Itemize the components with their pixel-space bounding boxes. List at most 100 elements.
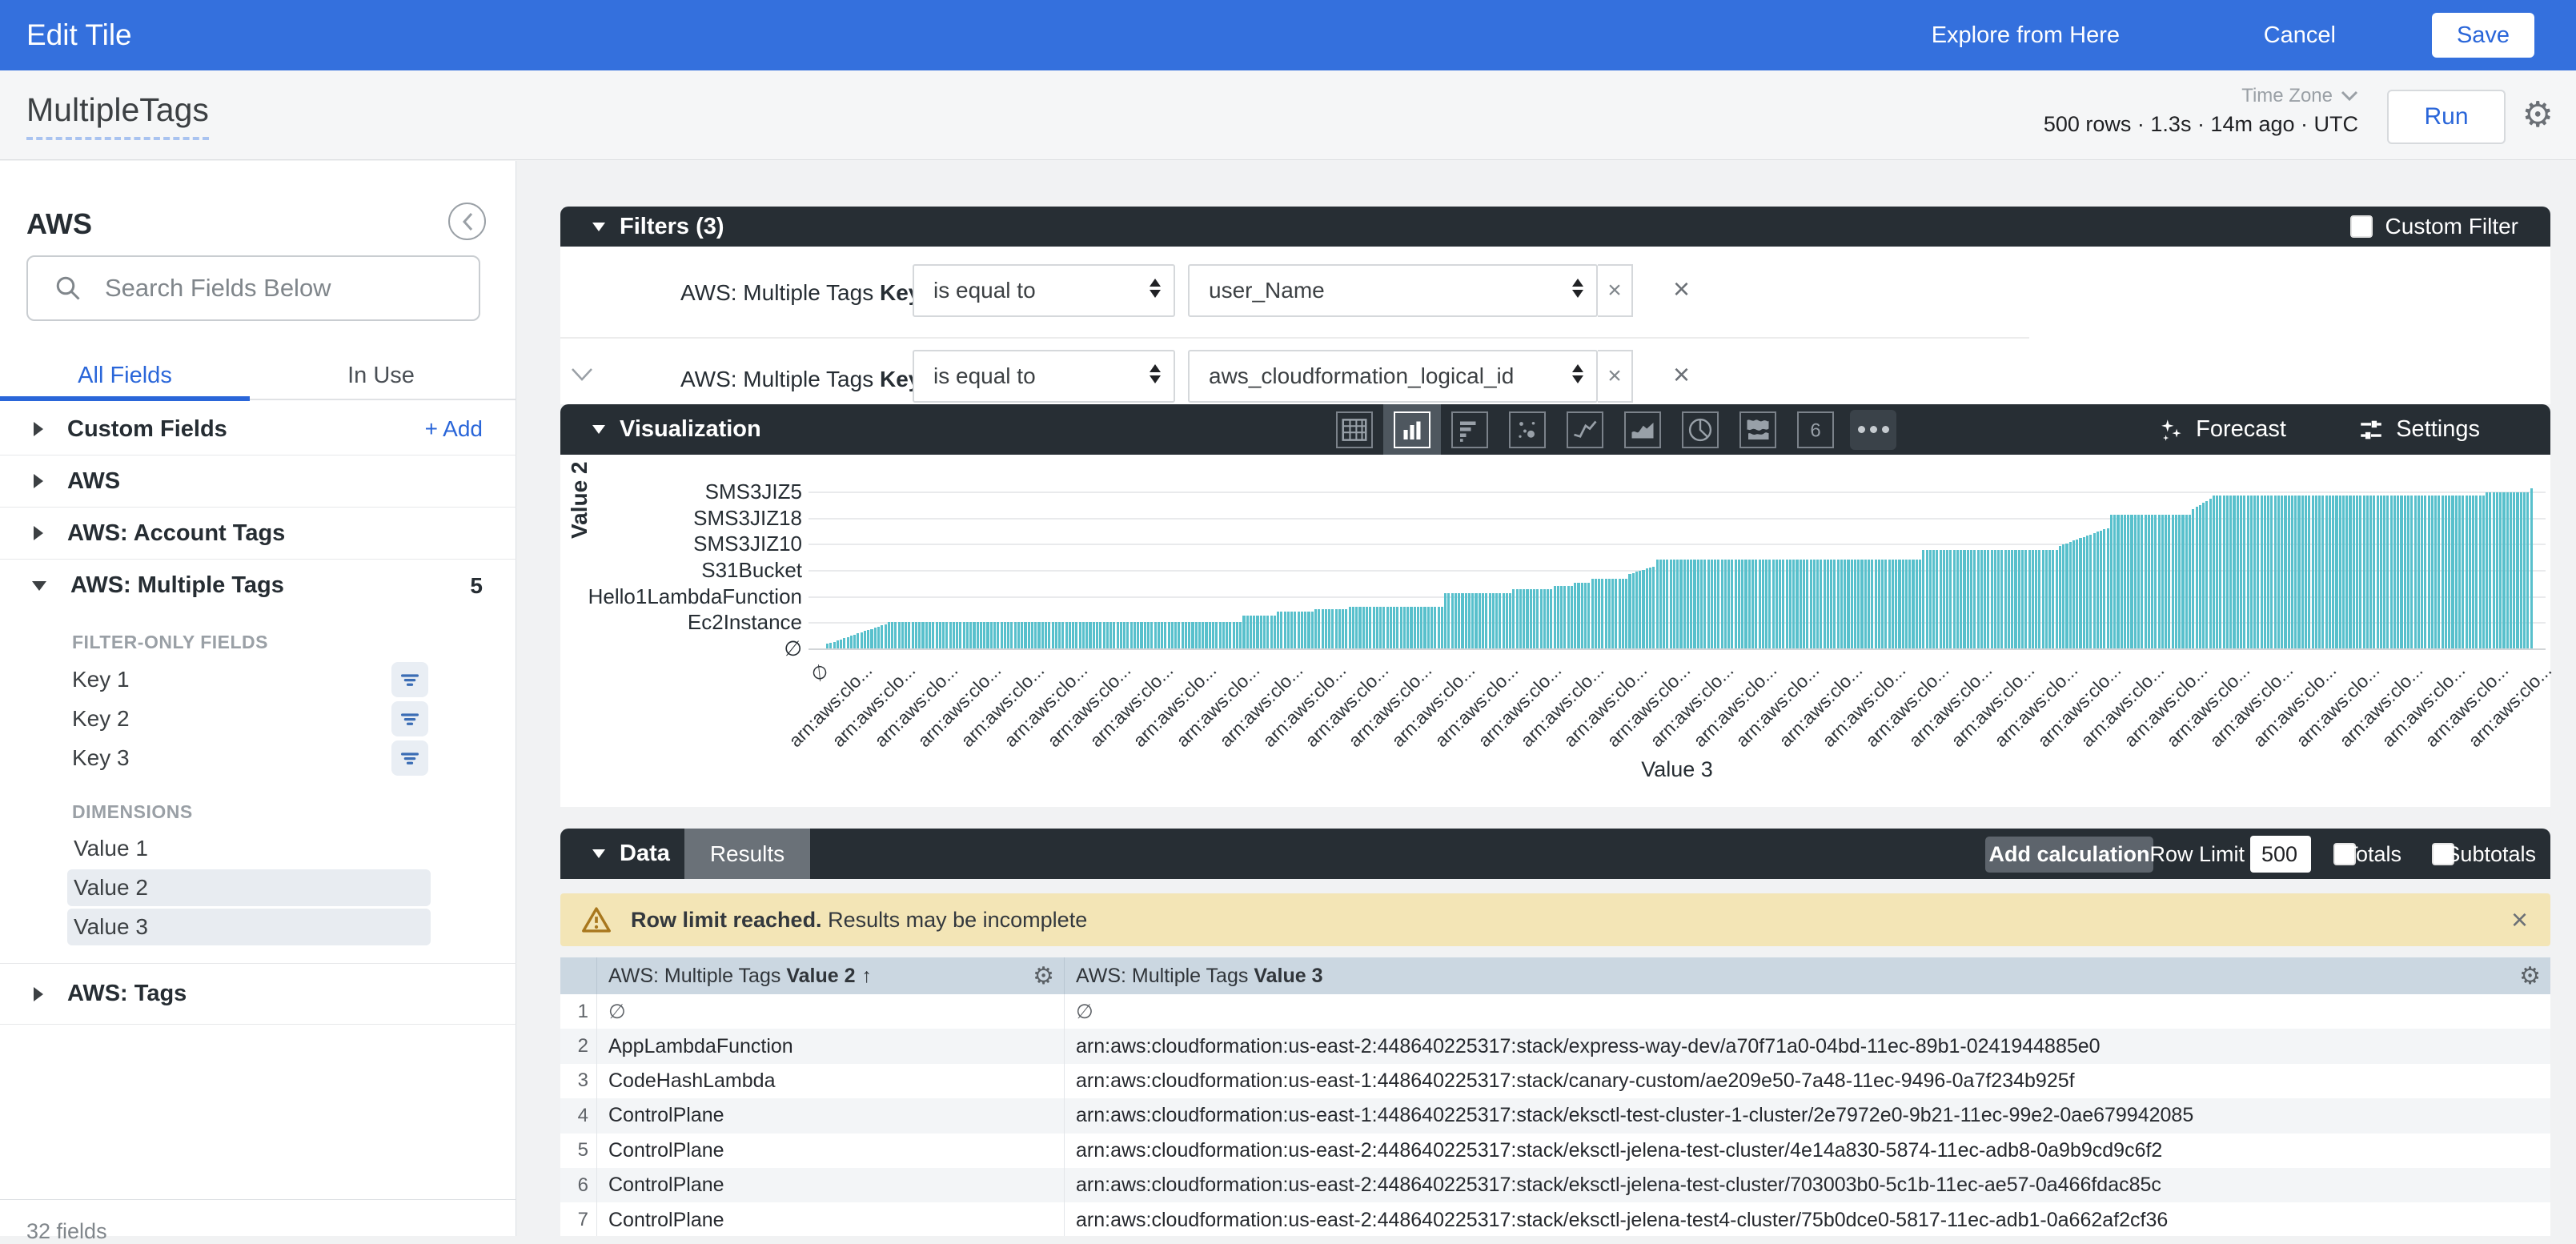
dimension-field[interactable]: Value 1	[67, 830, 431, 867]
totals-label: Totals	[2345, 842, 2401, 867]
viz-type-line-chart-icon[interactable]	[1556, 404, 1614, 455]
viz-type-single-value-icon[interactable]: 6	[1787, 404, 1844, 455]
search-input[interactable]	[105, 274, 441, 303]
column-header-value2[interactable]: AWS: Multiple TagsValue 2 ↑ ⚙	[597, 957, 1065, 994]
filter-by-field-icon[interactable]	[391, 740, 428, 776]
gear-icon[interactable]: ⚙	[2519, 962, 2541, 990]
clear-filter-value-icon[interactable]: ×	[1598, 264, 1633, 317]
filters-section-header[interactable]: Filters (3) Custom Filter	[560, 207, 2550, 247]
filter-operator-select[interactable]: is equal to	[913, 264, 1175, 317]
collapse-sidebar-button[interactable]	[448, 203, 486, 240]
tab-results[interactable]: Results	[684, 829, 810, 879]
y-tick-label: SMS3JIZ18	[560, 506, 802, 531]
y-tick-label: S31Bucket	[560, 558, 802, 583]
x-axis-line	[809, 648, 2546, 650]
filters-body: AWS: Multiple Tags Key 1 is equal to use…	[560, 247, 2550, 404]
filter-field-label: AWS: Multiple Tags Key 1	[680, 280, 940, 306]
remove-filter-icon[interactable]: ×	[1673, 358, 1690, 391]
table-row[interactable]: 3CodeHashLambdaarn:aws:cloudformation:us…	[560, 1064, 2550, 1098]
top-app-bar: Edit Tile Explore from Here Cancel Save	[0, 0, 2576, 70]
viz-type-scatter-plot-icon[interactable]	[1499, 404, 1556, 455]
query-bar: MultipleTags Time Zone 500 rows · 1.3s ·…	[0, 70, 2576, 160]
tile-title[interactable]: MultipleTags	[26, 91, 209, 140]
data-title: Data	[620, 841, 670, 867]
caret-right-icon	[34, 526, 43, 540]
cell-value3: arn:aws:cloudformation:us-east-1:4486402…	[1065, 1064, 2550, 1098]
sidebar-item-aws-multiple-tags[interactable]: AWS: Multiple Tags 5	[0, 560, 516, 612]
select-arrows-icon	[1572, 364, 1583, 383]
table-row[interactable]: 5ControlPlanearn:aws:cloudformation:us-e…	[560, 1134, 2550, 1168]
custom-filter-toggle[interactable]: Custom Filter	[2350, 214, 2518, 239]
timezone-dropdown[interactable]: Time Zone	[2241, 85, 2358, 107]
filter-operator-select[interactable]: is equal to	[913, 350, 1175, 403]
filter-only-field-list: Key 1Key 2Key 3	[0, 660, 516, 777]
viz-type-map-icon[interactable]	[1729, 404, 1787, 455]
filter-by-field-icon[interactable]	[391, 701, 428, 736]
custom-filter-checkbox[interactable]	[2350, 215, 2373, 238]
sidebar-item-aws-tags[interactable]: AWS: Tags	[0, 964, 516, 1025]
filter-only-field[interactable]: Key 2	[0, 699, 516, 738]
chart-area: ∅Ec2InstanceHello1LambdaFunctionS31Bucke…	[560, 455, 2550, 807]
filter-by-field-icon[interactable]	[391, 662, 428, 697]
y-tick-label: Hello1LambdaFunction	[560, 584, 802, 609]
table-row[interactable]: 1∅∅	[560, 994, 2550, 1029]
dimensions-header: DIMENSIONS	[72, 801, 193, 823]
cell-value3: arn:aws:cloudformation:us-east-2:4486402…	[1065, 1029, 2550, 1063]
filter-only-field[interactable]: Key 3	[0, 738, 516, 777]
run-button[interactable]: Run	[2387, 90, 2506, 144]
sidebar-item-aws-account-tags[interactable]: AWS: Account Tags	[0, 508, 516, 560]
cancel-button[interactable]: Cancel	[2264, 0, 2336, 70]
caret-down-icon	[592, 425, 605, 434]
sidebar-item-aws[interactable]: AWS	[0, 455, 516, 508]
caret-down-icon	[592, 223, 605, 231]
cell-value3: arn:aws:cloudformation:us-east-1:4486402…	[1065, 1098, 2550, 1133]
bar-series[interactable]	[826, 488, 2539, 648]
add-calculation-button[interactable]: Add calculation	[1985, 837, 2153, 873]
dimension-field[interactable]: Value 2	[67, 869, 431, 906]
viz-type-area-chart-icon[interactable]	[1614, 404, 1671, 455]
table-row[interactable]: 7ControlPlanearn:aws:cloudformation:us-e…	[560, 1202, 2550, 1236]
search-field[interactable]	[26, 255, 480, 321]
tune-sliders-icon	[2357, 416, 2385, 443]
viz-type-horizontal-bar-chart-icon[interactable]	[1441, 404, 1499, 455]
remove-filter-icon[interactable]: ×	[1673, 272, 1690, 306]
save-button[interactable]: Save	[2432, 13, 2534, 58]
filter-only-field[interactable]: Key 1	[0, 660, 516, 699]
viz-type-more-options-icon[interactable]	[1844, 404, 1902, 455]
cell-value3: arn:aws:cloudformation:us-east-2:4486402…	[1065, 1202, 2550, 1236]
column-header-value3[interactable]: AWS: Multiple TagsValue 3 ⚙	[1065, 957, 2550, 994]
gear-icon[interactable]: ⚙	[2522, 94, 2554, 135]
clear-filter-value-icon[interactable]: ×	[1598, 350, 1633, 403]
viz-type-pie-chart-icon[interactable]	[1671, 404, 1729, 455]
row-number-header	[560, 957, 597, 994]
model-name: AWS	[26, 207, 92, 241]
table-row[interactable]: 4ControlPlanearn:aws:cloudformation:us-e…	[560, 1098, 2550, 1133]
row-limit-warning-banner: Row limit reached. Results may be incomp…	[560, 893, 2550, 946]
table-row[interactable]: 6ControlPlanearn:aws:cloudformation:us-e…	[560, 1168, 2550, 1202]
viz-type-table-chart-icon[interactable]	[1326, 404, 1383, 455]
filter-value-select[interactable]: user_Name	[1188, 264, 1598, 317]
tab-in-use[interactable]: In Use	[256, 351, 506, 399]
visualization-section-header[interactable]: Visualization 6 Forecast Settings	[560, 404, 2550, 455]
cell-value2: ControlPlane	[597, 1202, 1065, 1236]
explore-from-here-button[interactable]: Explore from Here	[1932, 0, 2120, 70]
data-section-header[interactable]: Data Results Add calculation Row Limit T…	[560, 829, 2550, 879]
sidebar-item-custom-fields[interactable]: Custom Fields + Add	[0, 403, 516, 455]
filter-value-select[interactable]: aws_cloudformation_logical_id	[1188, 350, 1598, 403]
gear-icon[interactable]: ⚙	[1033, 962, 1054, 990]
forecast-button[interactable]: Forecast	[2157, 416, 2286, 443]
close-warning-icon[interactable]: ×	[2511, 903, 2528, 937]
field-picker-sidebar: AWS All Fields In Use Custom Fields + Ad…	[0, 161, 516, 1236]
dimension-field[interactable]: Value 3	[67, 909, 431, 945]
chevron-left-icon	[460, 211, 475, 232]
select-arrows-icon	[1150, 279, 1161, 298]
add-custom-field-button[interactable]: + Add	[425, 416, 483, 442]
viz-type-bar-chart-icon[interactable]	[1383, 404, 1441, 455]
y-tick-label: SMS3JIZ5	[560, 480, 802, 504]
cell-value2: CodeHashLambda	[597, 1064, 1065, 1098]
tab-all-fields[interactable]: All Fields	[0, 351, 250, 399]
row-limit-input[interactable]	[2250, 836, 2311, 873]
viz-settings-button[interactable]: Settings	[2357, 416, 2480, 443]
chevron-down-icon[interactable]	[570, 367, 594, 383]
table-row[interactable]: 2AppLambdaFunctionarn:aws:cloudformation…	[560, 1029, 2550, 1063]
